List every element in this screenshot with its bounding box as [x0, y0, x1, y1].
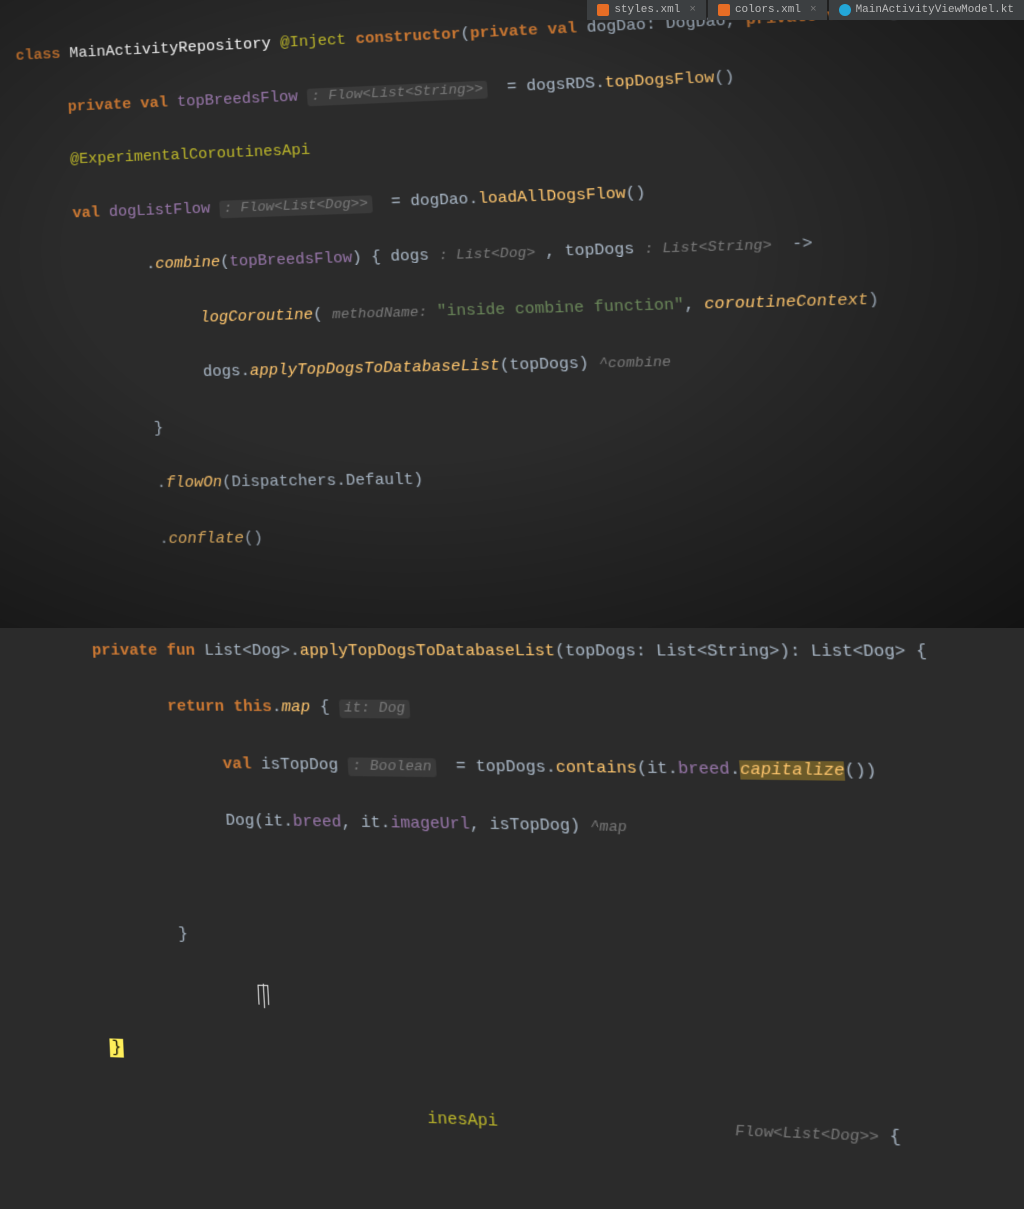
code-line: dogs.applyTopDogsToDatabaseList(topDogs)…: [29, 338, 1024, 391]
tab-label: colors.xml: [735, 4, 801, 16]
kotlin-file-icon: [839, 4, 851, 16]
code-line: val dogListFlow : Flow<List<Dog>> = dogD…: [22, 162, 1024, 229]
tab-mainactivityviewmodel[interactable]: MainActivityViewModel.kt: [829, 0, 1024, 20]
tab-bar: styles.xml × colors.xml × MainActivityVi…: [587, 0, 1024, 20]
code-line: [54, 975, 1024, 1040]
tab-colors[interactable]: colors.xml ×: [708, 0, 827, 20]
code-line: }: [57, 1033, 1024, 1104]
close-icon[interactable]: ×: [689, 4, 696, 16]
code-line: private fun List<Dog>.applyTopDogsToData…: [40, 637, 1024, 668]
xml-file-icon: [718, 4, 730, 16]
text-caret-icon: [257, 984, 269, 1004]
matching-brace: }: [109, 1039, 124, 1058]
code-line: return this.map { it: Dog: [43, 693, 1024, 729]
code-line: [50, 861, 1024, 914]
close-icon[interactable]: ×: [810, 4, 817, 16]
code-line: }: [52, 918, 1024, 977]
code-line: val isTopDog : Boolean = topDogs.contain…: [45, 749, 1024, 791]
code-line: }: [31, 397, 1024, 445]
code-editor[interactable]: class MainActivityRepository @Inject con…: [14, 0, 1024, 1199]
code-line: .combine(topBreedsFlow) { dogs : List<Do…: [24, 220, 1024, 283]
tab-styles[interactable]: styles.xml ×: [587, 0, 706, 20]
xml-file-icon: [597, 4, 609, 16]
tab-label: styles.xml: [614, 4, 680, 16]
code-line: logCoroutine( methodName: "inside combin…: [26, 279, 1024, 337]
code-line: [38, 577, 1024, 610]
code-line: .conflate(): [36, 517, 1024, 555]
tab-label: MainActivityViewModel.kt: [856, 4, 1014, 16]
code-line: inesApi Flow<List<Dog>> {: [59, 1090, 1024, 1167]
code-line: Dog(it.breed, it.imageUrl, isTopDog) ^ma…: [47, 805, 1024, 852]
code-line: .flowOn(Dispatchers.Default): [33, 457, 1024, 500]
